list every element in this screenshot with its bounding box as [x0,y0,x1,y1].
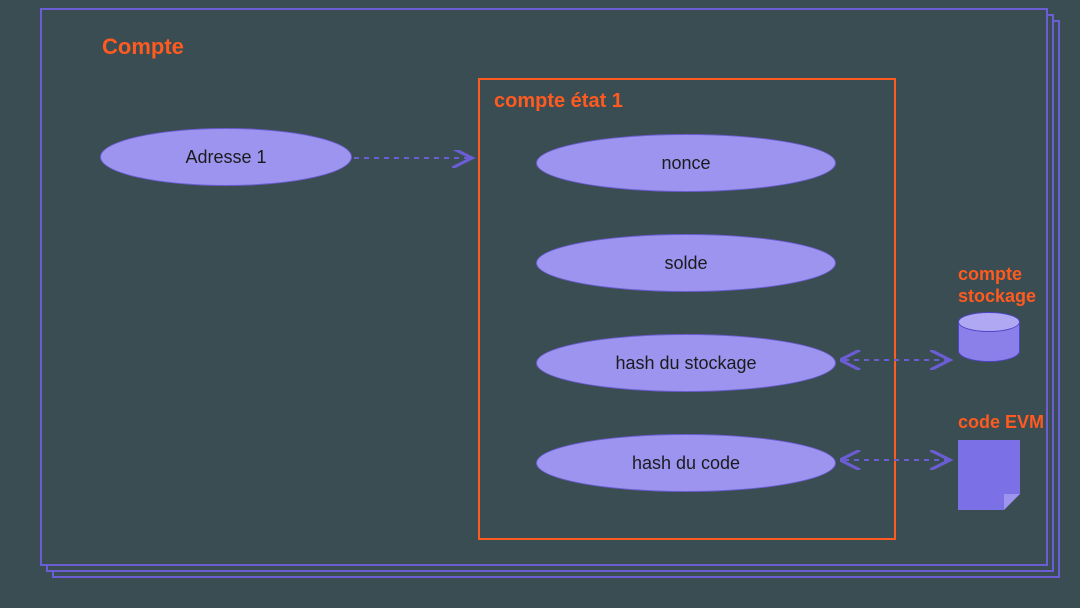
storage-icon [958,312,1020,368]
code-label: code EVM [958,412,1068,434]
state-title: compte état 1 [494,90,623,113]
field-label: hash du code [632,453,740,474]
field-nonce: nonce [536,134,836,192]
ellipse-shape: hash du stockage [536,334,836,392]
ellipse-shape: Adresse 1 [100,128,352,186]
outer-title: Compte [102,34,184,60]
ellipse-shape: nonce [536,134,836,192]
code-icon [958,440,1020,510]
address-node: Adresse 1 [100,128,352,186]
field-label: hash du stockage [615,353,756,374]
address-label: Adresse 1 [185,147,266,168]
ellipse-shape: solde [536,234,836,292]
field-storage-hash: hash du stockage [536,334,836,392]
field-label: nonce [661,153,710,174]
storage-label: compte stockage [958,264,1068,307]
field-code-hash: hash du code [536,434,836,492]
field-label: solde [664,253,707,274]
field-balance: solde [536,234,836,292]
account-state-box: compte état 1 nonce solde hash du stocka… [478,78,896,540]
ellipse-shape: hash du code [536,434,836,492]
